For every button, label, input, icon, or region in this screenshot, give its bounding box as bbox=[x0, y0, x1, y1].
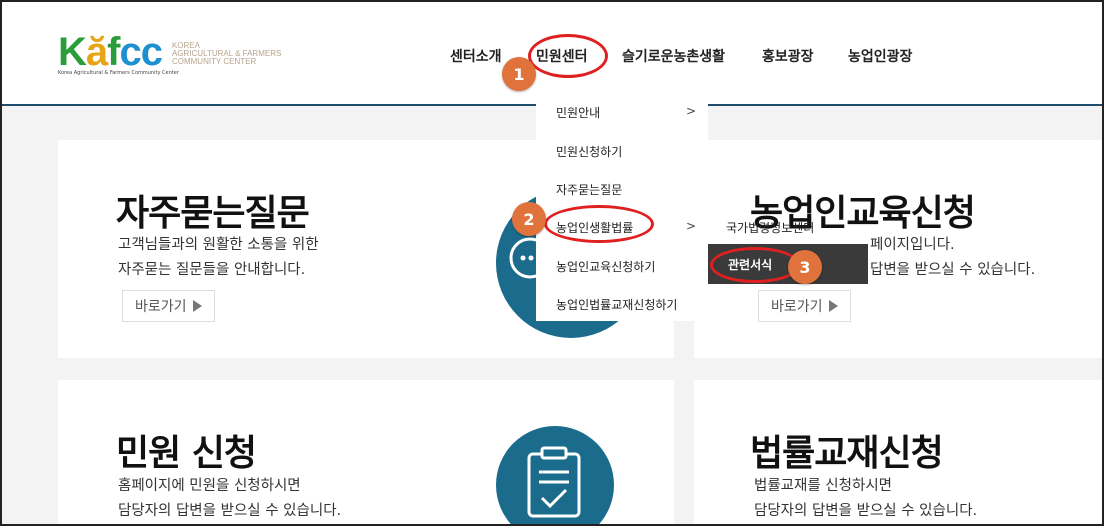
sub-national-law-center[interactable]: 국가법령정보센터 bbox=[726, 219, 814, 236]
civil-title: 민원 신청 bbox=[116, 433, 257, 474]
textbook-desc: 법률교재를 신청하시면 담당자의 답변을 받으실 수 있습니다. bbox=[754, 478, 978, 519]
edu-go-button[interactable]: 바로가기 bbox=[758, 290, 851, 322]
kafcc-logo[interactable]: Kăfcc Korea Agricultural & Farmers Commu… bbox=[58, 30, 282, 78]
annotation-badge-2: 2 bbox=[512, 202, 546, 236]
nav-rural-life[interactable]: 슬기로운농촌생활 bbox=[622, 46, 725, 66]
annotation-badge-1: 1 bbox=[502, 57, 536, 91]
civil-desc: 홈페이지에 민원을 신청하시면 담당자의 답변을 받으실 수 있습니다. bbox=[118, 478, 342, 519]
annotation-oval-2 bbox=[544, 205, 654, 243]
annotation-oval-3 bbox=[710, 247, 800, 283]
browser-viewport: Kăfcc Korea Agricultural & Farmers Commu… bbox=[0, 0, 1104, 526]
play-arrow-icon bbox=[828, 300, 838, 312]
civil-request-card[interactable]: 민원 신청 홈페이지에 민원을 신청하시면 담당자의 답변을 받으실 수 있습니… bbox=[58, 380, 674, 524]
chevron-right-icon: > bbox=[686, 219, 697, 233]
logo-wordmark: Kăfcc bbox=[58, 30, 163, 74]
textbook-request-card[interactable]: 법률교재신청 법률교재를 신청하시면 담당자의 답변을 받으실 수 있습니다. bbox=[694, 380, 1102, 524]
textbook-title: 법률교재신청 bbox=[750, 433, 944, 474]
clipboard-check-icon bbox=[496, 426, 614, 524]
logo-subtitle: KOREA AGRICULTURAL & FARMERS COMMUNITY C… bbox=[171, 41, 282, 66]
nav-farmer-plaza[interactable]: 농업인광장 bbox=[848, 46, 912, 66]
logo-tagline: Korea Agricultural & Farmers Community C… bbox=[58, 70, 179, 76]
faq-desc: 고객님들과의 원활한 소통을 위한 자주묻는 질문들을 안내합니다. bbox=[118, 237, 319, 278]
play-arrow-icon bbox=[192, 300, 202, 312]
dd-civil-apply[interactable]: 민원신청하기 bbox=[556, 143, 622, 160]
annotation-badge-3: 3 bbox=[788, 250, 822, 284]
nav-center-intro[interactable]: 센터소개 bbox=[450, 46, 502, 66]
edu-desc: 페이지입니다. 답변을 받으실 수 있습니다. bbox=[870, 237, 1036, 278]
dd-civil-guide[interactable]: 민원안내 bbox=[556, 104, 600, 121]
chevron-right-icon: > bbox=[686, 104, 697, 118]
annotation-oval-1 bbox=[528, 34, 608, 78]
faq-go-button[interactable]: 바로가기 bbox=[122, 290, 215, 322]
dd-textbook-apply[interactable]: 농업인법률교재신청하기 bbox=[556, 296, 677, 313]
faq-title: 자주묻는질문 bbox=[116, 193, 310, 234]
nav-pr-plaza[interactable]: 홍보광장 bbox=[762, 46, 814, 66]
dd-faq[interactable]: 자주묻는질문 bbox=[556, 181, 622, 198]
dd-edu-apply[interactable]: 농업인교육신청하기 bbox=[556, 258, 655, 275]
